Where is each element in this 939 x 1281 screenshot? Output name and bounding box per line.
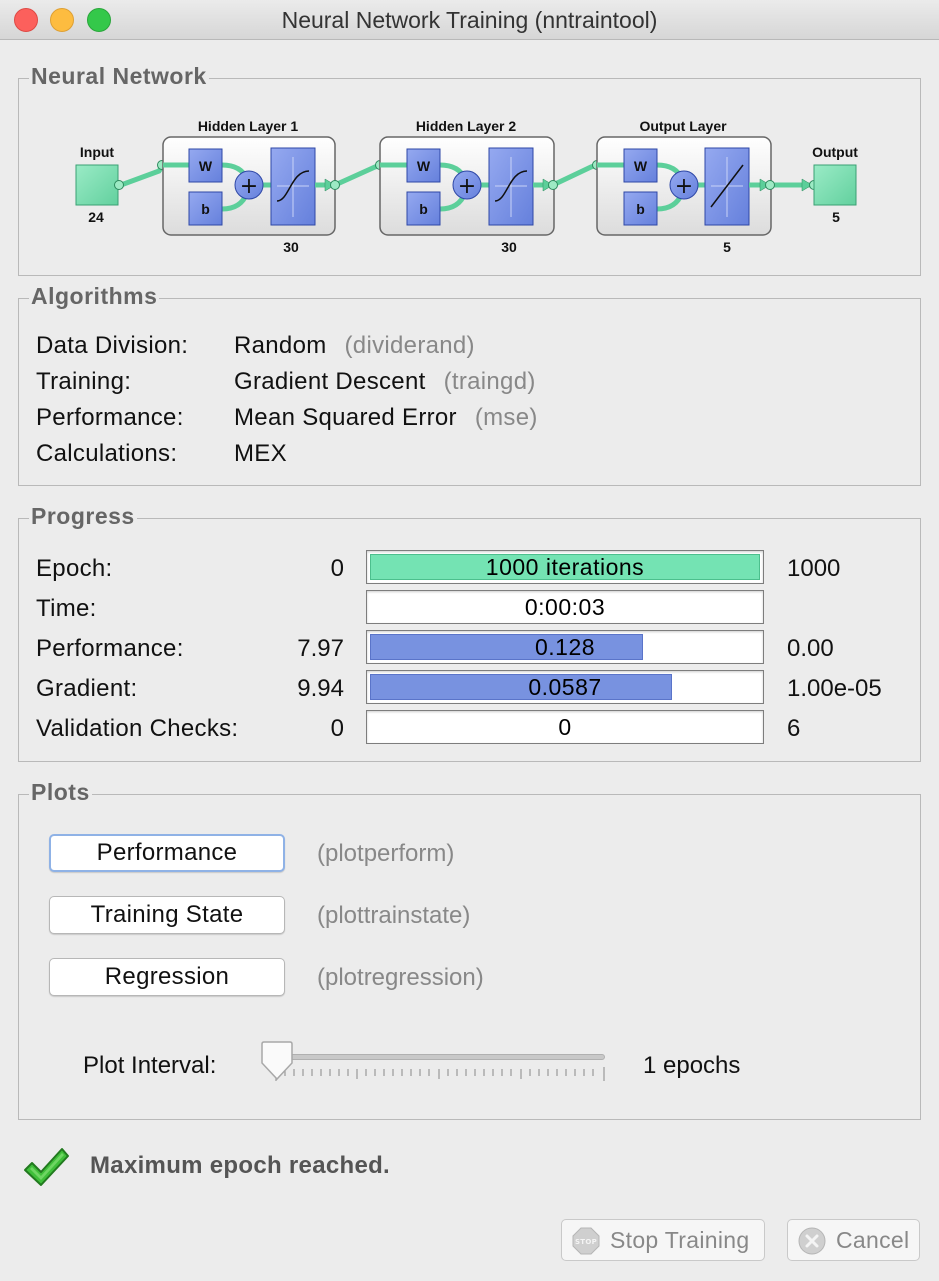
epoch-progress-text: 1000 iterations	[485, 554, 645, 580]
performance-start: 7.97	[297, 635, 344, 662]
output-label: Output	[812, 144, 858, 160]
plots-section-title: Plots	[29, 779, 92, 806]
time-label: Time:	[36, 595, 97, 622]
input-size: 24	[88, 209, 104, 225]
svg-text:STOP: STOP	[575, 1238, 597, 1246]
validation-checks-progress-bar: 0	[366, 710, 764, 744]
validation-checks-end: 6	[787, 715, 801, 742]
cancel-label: Cancel	[836, 1227, 910, 1253]
gradient-progress-bar: 0.0587	[366, 670, 764, 704]
network-diagram: Input 24 Hidden Layer 1 W b + 30 Hidden …	[75, 118, 858, 255]
plot-regression-code: (plotregression)	[317, 964, 484, 991]
svg-text:W: W	[199, 158, 213, 174]
plot-performance-button[interactable]: Performance	[49, 834, 285, 872]
svg-text:b: b	[419, 201, 428, 217]
plot-interval-slider-ticks	[275, 1067, 605, 1081]
validation-checks-start: 0	[330, 715, 344, 742]
plots-panel: Plots Performance (plotperform) Training…	[18, 779, 921, 1120]
plot-regression-button[interactable]: Regression	[49, 958, 285, 996]
epoch-progress-bar: 1000 iterations	[366, 550, 764, 584]
performance-end: 0.00	[787, 635, 834, 662]
output-node	[813, 164, 857, 206]
progress-section-title: Progress	[29, 503, 137, 530]
plot-interval-slider[interactable]	[273, 1054, 605, 1060]
gradient-progress-text: 0.0587	[528, 674, 602, 700]
plot-training-state-code: (plottrainstate)	[317, 902, 471, 929]
plot-training-state-button[interactable]: Training State	[49, 896, 285, 934]
cancel-button[interactable]: Cancel	[787, 1219, 920, 1261]
input-node	[75, 164, 119, 206]
svg-text:+: +	[240, 174, 258, 199]
epoch-label: Epoch:	[36, 555, 113, 582]
svg-text:W: W	[634, 158, 648, 174]
checkmark-icon	[24, 1148, 69, 1186]
cancel-x-icon	[798, 1227, 826, 1255]
hidden-layer-1: Hidden Layer 1 W b + 30	[162, 118, 336, 255]
validation-checks-progress-text: 0	[558, 714, 572, 740]
window-title: Neural Network Training (nntraintool)	[281, 7, 658, 33]
epoch-start: 0	[330, 555, 344, 582]
status-message: Maximum epoch reached.	[90, 1152, 391, 1179]
hidden-layer-2-size: 30	[501, 239, 517, 255]
time-progress-text: 0:00:03	[524, 594, 606, 620]
algorithms-section-title: Algorithms	[29, 283, 160, 310]
progress-panel: Progress Epoch: 0 1000 iterations 1000 T…	[18, 503, 921, 762]
input-label: Input	[80, 144, 115, 160]
svg-text:+: +	[458, 174, 476, 199]
performance-label: Performance:	[36, 635, 184, 662]
plot-interval-label: Plot Interval:	[83, 1052, 217, 1079]
hidden-layer-2: Hidden Layer 2 W b + 30	[379, 118, 555, 255]
svg-text:+: +	[675, 174, 693, 199]
svg-text:W: W	[417, 158, 431, 174]
stop-training-button[interactable]: STOP Stop Training	[561, 1219, 765, 1261]
validation-checks-label: Validation Checks:	[36, 715, 239, 742]
hidden-layer-1-title: Hidden Layer 1	[198, 118, 299, 134]
epoch-end: 1000	[787, 555, 841, 582]
stop-sign-icon: STOP	[572, 1227, 600, 1255]
plot-interval-slider-thumb[interactable]	[259, 1041, 295, 1081]
hidden-layer-2-title: Hidden Layer 2	[416, 118, 517, 134]
output-layer-title: Output Layer	[639, 118, 727, 134]
svg-text:b: b	[636, 201, 645, 217]
gradient-label: Gradient:	[36, 675, 138, 702]
hidden-layer-1-size: 30	[283, 239, 299, 255]
gradient-start: 9.94	[297, 675, 344, 702]
time-progress-bar: 0:00:03	[366, 590, 764, 624]
algorithms-panel: Algorithms Data Division: Random (divider…	[18, 283, 921, 486]
plot-performance-code: (plotperform)	[317, 840, 455, 867]
neural-network-panel: Neural Network Input 24 Hidden Layer 1 W…	[18, 63, 921, 276]
performance-progress-bar: 0.128	[366, 630, 764, 664]
output-layer-size: 5	[723, 239, 731, 255]
plot-interval-value: 1 epochs	[643, 1052, 741, 1079]
performance-progress-text: 0.128	[534, 634, 596, 660]
output-size: 5	[832, 209, 840, 225]
gradient-end: 1.00e-05	[787, 675, 882, 702]
svg-text:b: b	[201, 201, 210, 217]
stop-training-label: Stop Training	[610, 1227, 750, 1253]
output-layer: Output Layer W b + 5	[596, 118, 772, 255]
title-bar: Neural Network Training (nntraintool)	[0, 0, 939, 40]
